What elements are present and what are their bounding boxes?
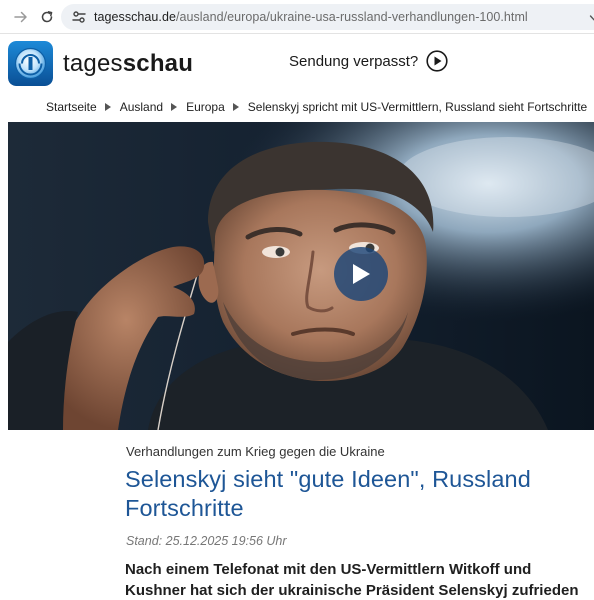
- reload-button[interactable]: [37, 7, 57, 27]
- forward-button[interactable]: [11, 7, 31, 27]
- triangle-right-icon: [232, 103, 239, 111]
- reload-icon: [41, 11, 53, 23]
- arrow-right-icon: [14, 11, 27, 23]
- site-header: tagesschau Sendung verpasst?: [0, 35, 594, 91]
- hero-video[interactable]: [8, 122, 594, 430]
- breadcrumb-current: Selenskyj spricht mit US-Vermittlern, Ru…: [247, 100, 588, 114]
- chevron-down-icon[interactable]: [589, 14, 594, 22]
- breadcrumb-startseite[interactable]: Startseite: [46, 100, 97, 114]
- triangle-right-icon: [171, 103, 178, 111]
- url-path: /ausland/europa/ukraine-usa-russland-ver…: [175, 10, 528, 24]
- article-kicker: Verhandlungen zum Krieg gegen die Ukrain…: [126, 444, 385, 459]
- tagesschau-logo[interactable]: [8, 41, 53, 86]
- site-wordmark[interactable]: tagesschau: [63, 50, 193, 78]
- sendung-verpasst-label: Sendung verpasst?: [289, 52, 419, 70]
- breadcrumb-europa[interactable]: Europa: [186, 100, 225, 114]
- breadcrumb: Startseite Ausland Europa Selenskyj spri…: [46, 100, 587, 114]
- tagesschau-globe-icon: [8, 41, 53, 86]
- url-text[interactable]: tagesschau.de/ausland/europa/ukraine-usa…: [94, 10, 528, 24]
- video-play-button[interactable]: [334, 247, 388, 301]
- browser-toolbar: tagesschau.de/ausland/europa/ukraine-usa…: [0, 0, 594, 34]
- article-lead: Nach einem Telefonat mit den US-Vermittl…: [125, 561, 579, 599]
- breadcrumb-ausland[interactable]: Ausland: [120, 100, 163, 114]
- wordmark-light: tages: [63, 50, 123, 77]
- wordmark-bold: schau: [122, 50, 194, 77]
- sendung-verpasst-link[interactable]: Sendung verpasst?: [289, 50, 448, 72]
- play-circle-icon: [426, 50, 448, 72]
- url-domain: tagesschau.de: [94, 10, 176, 24]
- article-headline: Selenskyj sieht "gute Ideen", Russland F…: [125, 466, 531, 521]
- triangle-right-icon: [104, 103, 111, 111]
- article-timestamp: Stand: 25.12.2025 19:56 Uhr: [126, 534, 287, 548]
- hero-image: [8, 122, 594, 430]
- tune-icon[interactable]: [71, 9, 87, 25]
- address-bar[interactable]: tagesschau.de/ausland/europa/ukraine-usa…: [61, 4, 594, 30]
- play-icon: [353, 264, 370, 284]
